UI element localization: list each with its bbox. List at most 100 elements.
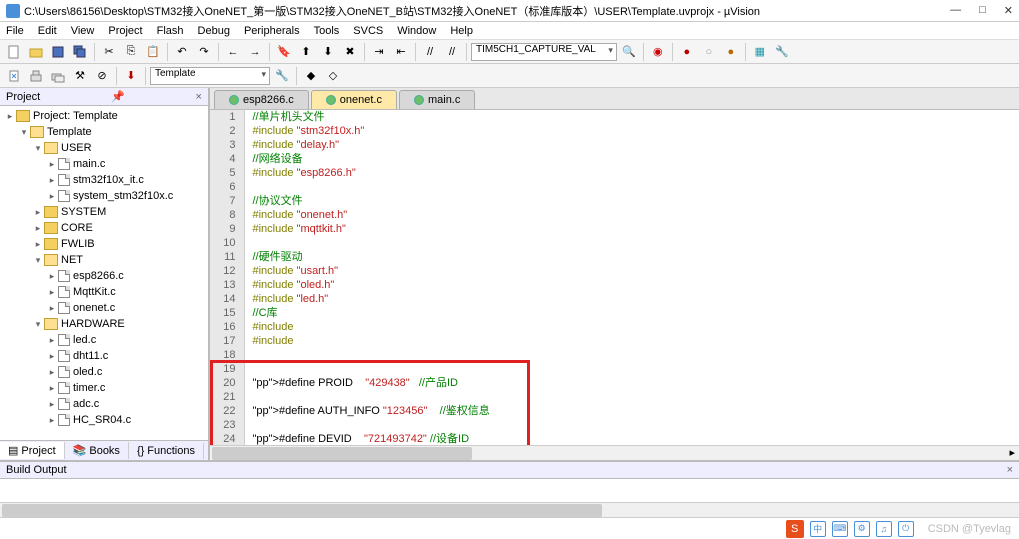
tree-item[interactable]: ▸oled.c	[0, 364, 208, 380]
build-output-text[interactable]	[0, 479, 1019, 499]
tray-btn-1[interactable]: 中	[810, 521, 826, 537]
manage-rtx-button[interactable]: ◇	[323, 66, 343, 86]
nav-back-button[interactable]: ←	[223, 42, 243, 62]
uncomment-button[interactable]: //	[442, 42, 462, 62]
find-combo[interactable]: TIM5CH1_CAPTURE_VAL	[471, 43, 617, 61]
code-line[interactable]: #include "onenet.h"	[244, 208, 634, 222]
sidetab-books[interactable]: 📚Books	[65, 442, 129, 459]
menu-peripherals[interactable]: Peripherals	[244, 25, 300, 37]
code-line[interactable]: //硬件驱动	[244, 250, 634, 264]
redo-button[interactable]: ↷	[194, 42, 214, 62]
cut-button[interactable]: ✂	[99, 42, 119, 62]
code-line[interactable]: //C库	[244, 306, 634, 320]
breakpoint-button[interactable]: ●	[677, 42, 697, 62]
undo-button[interactable]: ↶	[172, 42, 192, 62]
minimize-button[interactable]: —	[950, 4, 961, 17]
tree-item[interactable]: ▸MqttKit.c	[0, 284, 208, 300]
config-button[interactable]: 🔧	[772, 42, 792, 62]
code-line[interactable]: #include "usart.h"	[244, 264, 634, 278]
code-line[interactable]: #include "delay.h"	[244, 138, 634, 152]
tree-item[interactable]: ▸main.c	[0, 156, 208, 172]
menu-view[interactable]: View	[71, 25, 95, 37]
nav-fwd-button[interactable]: →	[245, 42, 265, 62]
tree-item[interactable]: ▸FWLIB	[0, 236, 208, 252]
menu-project[interactable]: Project	[108, 25, 142, 37]
filetab-esp8266-c[interactable]: esp8266.c	[214, 90, 309, 109]
code-line[interactable]: "pp">#define AUTH_INFO "123456" //鉴权信息	[244, 404, 634, 418]
code-editor[interactable]: 1//单片机头文件2#include "stm32f10x.h"3#includ…	[210, 110, 1019, 445]
tree-item[interactable]: ▸led.c	[0, 332, 208, 348]
bookmark-prev-button[interactable]: ⬆	[296, 42, 316, 62]
comment-button[interactable]: //	[420, 42, 440, 62]
bookmark-clear-button[interactable]: ✖	[340, 42, 360, 62]
code-line[interactable]: //协议文件	[244, 194, 634, 208]
tree-item[interactable]: ▾HARDWARE	[0, 316, 208, 332]
code-line[interactable]: "pp">#define DEVID "721493742" //设备ID	[244, 432, 634, 445]
project-pane-close[interactable]: ×	[196, 91, 202, 103]
breakpoint-kill-button[interactable]: ●	[721, 42, 741, 62]
rebuild-button[interactable]	[48, 66, 68, 86]
code-line[interactable]: #include "led.h"	[244, 292, 634, 306]
code-line[interactable]	[244, 236, 634, 250]
menu-flash[interactable]: Flash	[157, 25, 184, 37]
window-button[interactable]: ▦	[750, 42, 770, 62]
code-line[interactable]: //单片机头文件	[244, 110, 634, 124]
outdent-button[interactable]: ⇤	[391, 42, 411, 62]
code-line[interactable]: #include "mqttkit.h"	[244, 222, 634, 236]
target-options-button[interactable]: 🔧	[272, 66, 292, 86]
tray-btn-3[interactable]: ⚙	[854, 521, 870, 537]
code-line[interactable]	[244, 180, 634, 194]
menu-svcs[interactable]: SVCS	[353, 25, 383, 37]
tree-item[interactable]: ▾USER	[0, 140, 208, 156]
tree-item[interactable]: ▸esp8266.c	[0, 268, 208, 284]
menu-debug[interactable]: Debug	[198, 25, 230, 37]
code-line[interactable]: #include "esp8266.h"	[244, 166, 634, 180]
editor-hscroll[interactable]: ▸	[210, 445, 1019, 460]
tree-item[interactable]: ▸SYSTEM	[0, 204, 208, 220]
code-line[interactable]: #include	[244, 334, 634, 348]
code-line[interactable]: #include "stm32f10x.h"	[244, 124, 634, 138]
tray-btn-2[interactable]: ⌨	[832, 521, 848, 537]
save-button[interactable]	[48, 42, 68, 62]
bookmark-next-button[interactable]: ⬇	[318, 42, 338, 62]
tray-btn-4[interactable]: ♫	[876, 521, 892, 537]
menu-edit[interactable]: Edit	[38, 25, 57, 37]
build-button[interactable]	[26, 66, 46, 86]
pin-icon[interactable]: 📌	[111, 90, 125, 103]
menu-window[interactable]: Window	[397, 25, 436, 37]
build-hscroll[interactable]	[0, 502, 1019, 517]
tree-item[interactable]: ▸Project: Template	[0, 108, 208, 124]
translate-button[interactable]	[4, 66, 24, 86]
tray-btn-5[interactable]: ⏻	[898, 521, 914, 537]
filetab-main-c[interactable]: main.c	[399, 90, 475, 109]
save-all-button[interactable]	[70, 42, 90, 62]
tree-item[interactable]: ▸CORE	[0, 220, 208, 236]
tree-item[interactable]: ▸stm32f10x_it.c	[0, 172, 208, 188]
code-line[interactable]: "pp">#define PROID "429438" //产品ID	[244, 376, 634, 390]
code-line[interactable]: #include	[244, 320, 634, 334]
indent-button[interactable]: ⇥	[369, 42, 389, 62]
tree-item[interactable]: ▸adc.c	[0, 396, 208, 412]
tree-item[interactable]: ▸HC_SR04.c	[0, 412, 208, 428]
copy-button[interactable]: ⎘	[121, 42, 141, 62]
project-tree[interactable]: ▸Project: Template▾Template▾USER▸main.c▸…	[0, 106, 208, 440]
breakpoint-disable-button[interactable]: ○	[699, 42, 719, 62]
paste-button[interactable]: 📋	[143, 42, 163, 62]
menu-tools[interactable]: Tools	[314, 25, 340, 37]
batch-build-button[interactable]: ⚒	[70, 66, 90, 86]
menu-help[interactable]: Help	[450, 25, 473, 37]
find-button[interactable]: 🔍	[619, 42, 639, 62]
tree-item[interactable]: ▾Template	[0, 124, 208, 140]
tree-item[interactable]: ▸timer.c	[0, 380, 208, 396]
maximize-button[interactable]: □	[979, 4, 986, 17]
code-line[interactable]: //网络设备	[244, 152, 634, 166]
filetab-onenet-c[interactable]: onenet.c	[311, 90, 397, 109]
code-line[interactable]	[244, 362, 634, 376]
sidetab-functions[interactable]: {}Functions	[129, 443, 204, 459]
new-file-button[interactable]	[4, 42, 24, 62]
build-pane-close[interactable]: ×	[1007, 464, 1013, 476]
sidetab-project[interactable]: ▤Project	[0, 442, 65, 459]
tree-item[interactable]: ▸dht11.c	[0, 348, 208, 364]
download-button[interactable]: ⬇	[121, 66, 141, 86]
tree-item[interactable]: ▸system_stm32f10x.c	[0, 188, 208, 204]
